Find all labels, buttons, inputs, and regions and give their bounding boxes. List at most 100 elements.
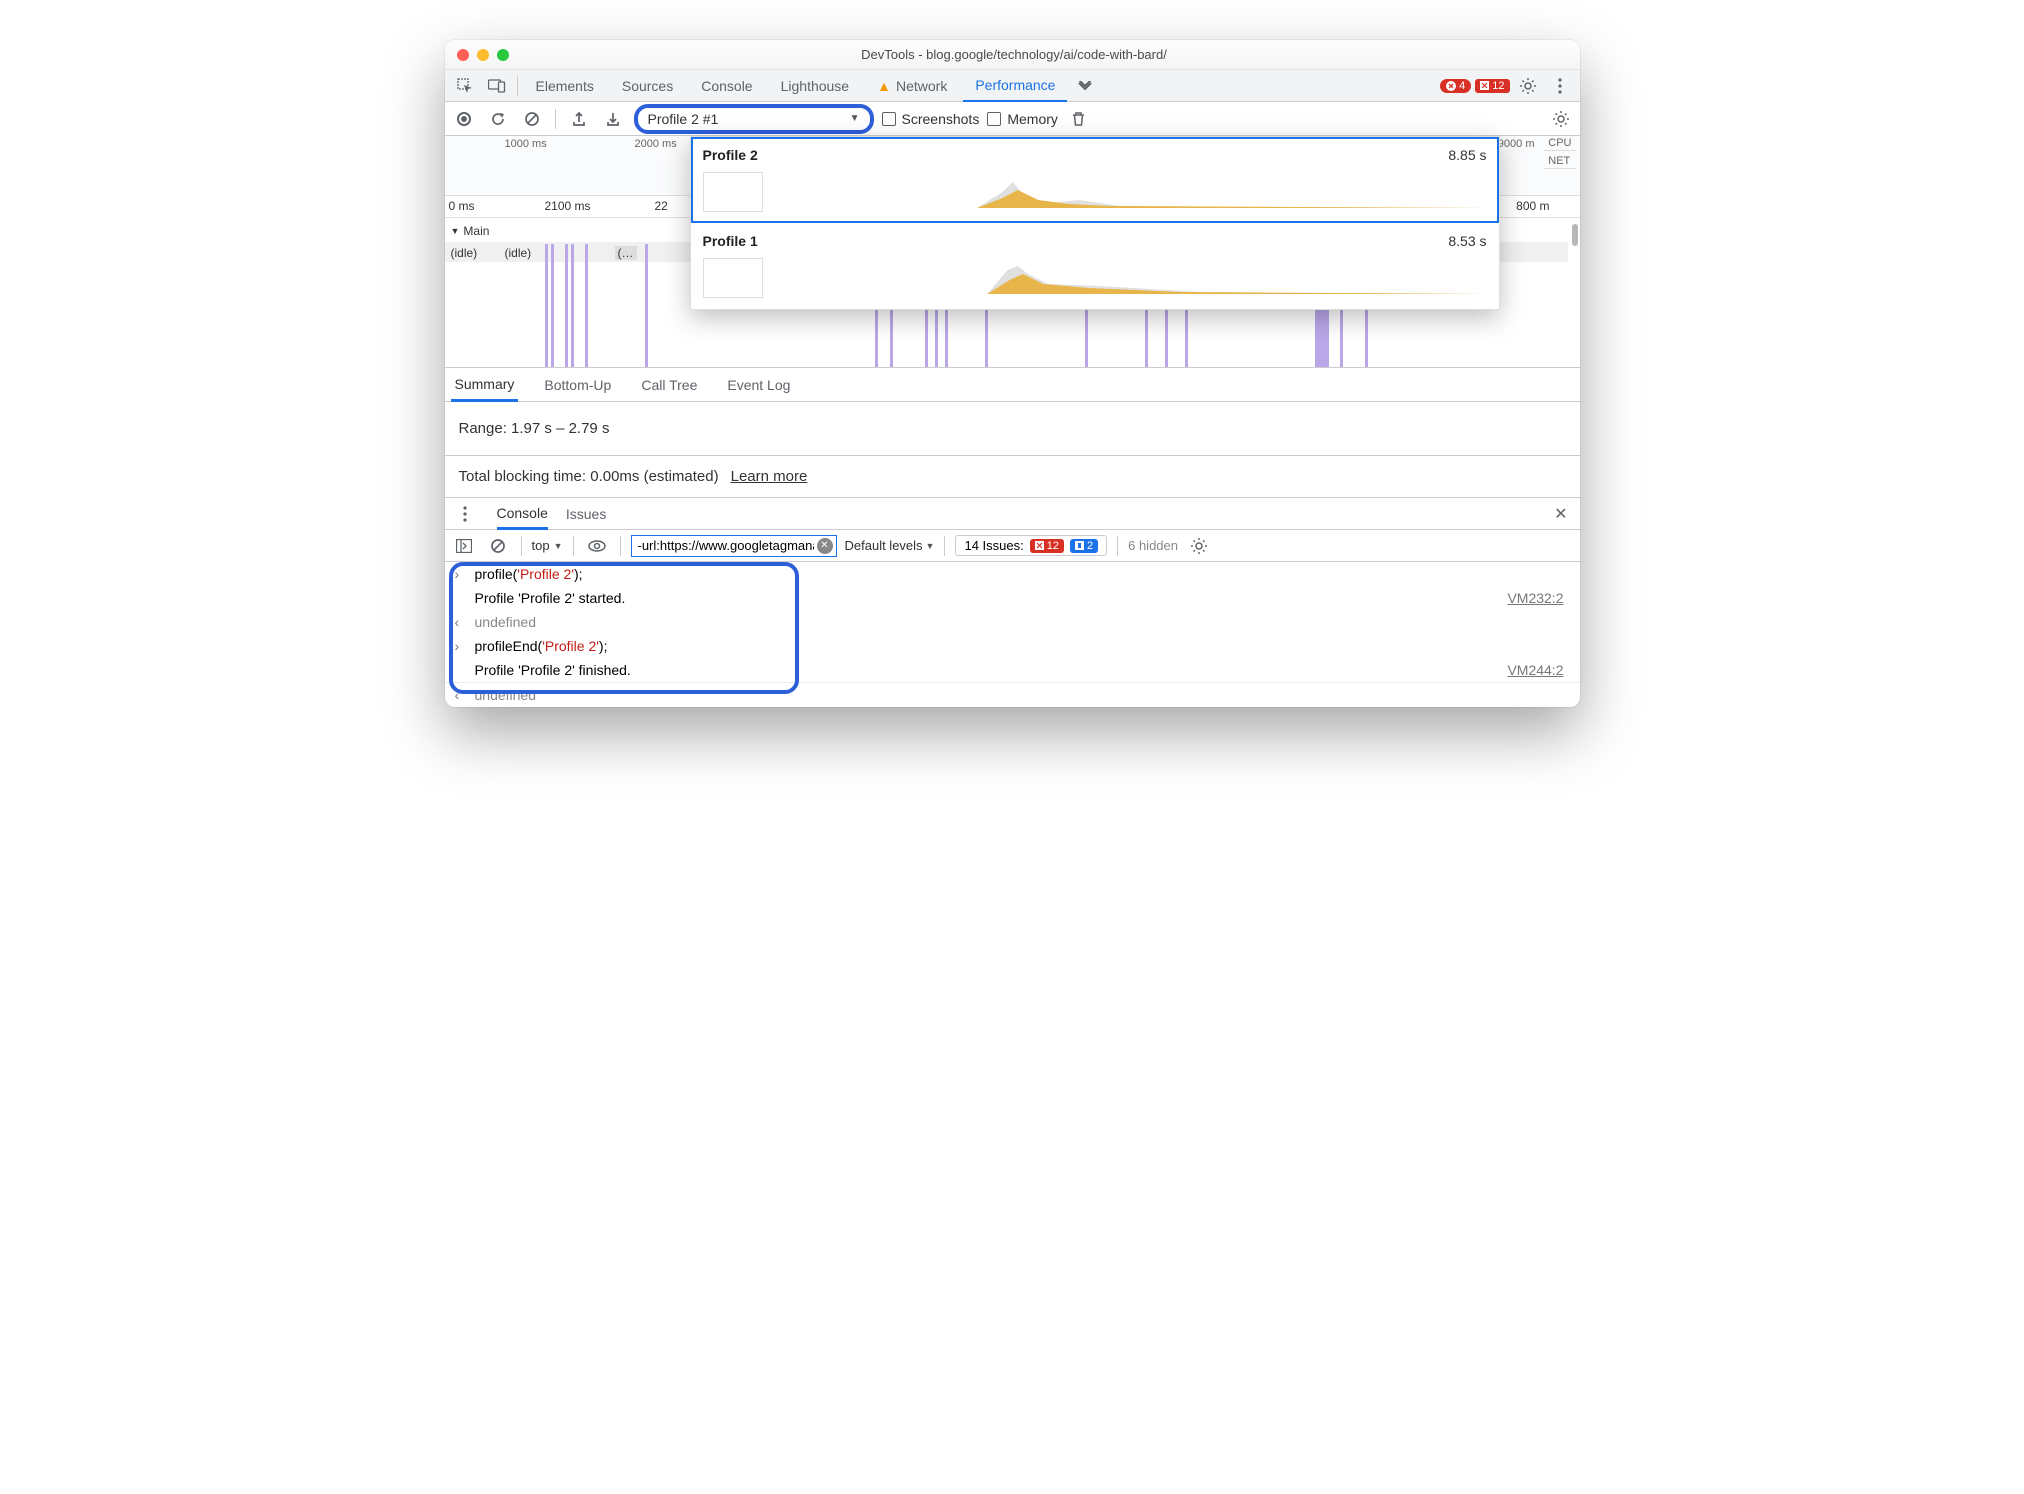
divider [573, 536, 574, 556]
record-icon[interactable] [451, 106, 477, 132]
thumbnail-icon [703, 258, 763, 298]
console-toolbar: top ▼ ✕ Default levels ▼ 14 Issues: 12 2 [445, 530, 1580, 562]
console-filter-input[interactable] [631, 535, 837, 557]
log-text: Profile 'Profile 2' started. [475, 590, 1500, 606]
close-window-button[interactable] [457, 49, 469, 61]
live-expression-icon[interactable] [584, 533, 610, 559]
ruler-tick: 800 m [1516, 199, 1549, 213]
log-text: Profile 'Profile 2' finished. [475, 662, 1500, 678]
tab-lighthouse[interactable]: Lighthouse [769, 70, 862, 102]
minimize-window-button[interactable] [477, 49, 489, 61]
profile-item-name: Profile 1 [703, 233, 758, 249]
window-title: DevTools - blog.google/technology/ai/cod… [509, 47, 1520, 62]
profile-item-time: 8.85 s [1448, 147, 1486, 163]
issues-button[interactable]: 14 Issues: 12 2 [955, 535, 1107, 556]
drawer-close-icon[interactable]: ✕ [1548, 504, 1573, 524]
console-input-line[interactable]: › profile('Profile 2'); [445, 562, 1580, 586]
overview-side-labels: CPU NET [1544, 136, 1575, 169]
profile-dropdown-item[interactable]: Profile 1 8.53 s [691, 223, 1499, 309]
subtab-summary[interactable]: Summary [451, 368, 519, 402]
console-settings-gear-icon[interactable] [1186, 533, 1212, 559]
checkbox-icon [882, 112, 896, 126]
idle-label: (idle) [451, 246, 478, 260]
divider [517, 76, 518, 96]
tab-network[interactable]: ▲ Network [865, 70, 959, 102]
filter-input-wrap: ✕ [631, 535, 837, 557]
input-prompt-icon: › [455, 566, 467, 582]
tab-performance[interactable]: Performance [963, 70, 1067, 102]
levels-label: Default levels [845, 538, 923, 553]
devtools-window: DevTools - blog.google/technology/ai/cod… [445, 40, 1580, 707]
drawer-tab-issues[interactable]: Issues [566, 498, 606, 530]
cpu-label: CPU [1544, 136, 1575, 151]
log-levels-dropdown[interactable]: Default levels ▼ [845, 538, 935, 553]
profile-item-name: Profile 2 [703, 147, 758, 163]
source-link[interactable]: VM232:2 [1507, 590, 1569, 606]
more-tabs-icon[interactable] [1071, 72, 1099, 100]
window-controls [457, 49, 509, 61]
console-clear-icon[interactable] [485, 533, 511, 559]
idle-label: (idle) [505, 246, 532, 260]
net-label: NET [1544, 154, 1575, 169]
console-sidebar-toggle-icon[interactable] [451, 533, 477, 559]
divider [620, 536, 621, 556]
profile-sparkline [773, 174, 1487, 210]
drawer-tab-console[interactable]: Console [497, 498, 548, 530]
warning-icon: ▲ [877, 78, 891, 94]
truncated-label: (… [615, 246, 637, 260]
clear-icon[interactable] [519, 106, 545, 132]
console-input-line[interactable]: › profileEnd('Profile 2'); [445, 634, 1580, 658]
tab-console[interactable]: Console [689, 70, 764, 102]
overview-tick: 1000 ms [505, 138, 547, 150]
profile-select-dropdown[interactable]: Profile 2 #1 [634, 104, 874, 134]
tab-sources[interactable]: Sources [610, 70, 685, 102]
error-count: 4 [1459, 80, 1465, 92]
profile-dropdown-item[interactable]: Profile 2 8.85 s [691, 137, 1499, 223]
input-prompt-icon: › [455, 638, 467, 654]
flamegraph-scrollbar[interactable] [1570, 218, 1578, 367]
issues-info-badge: 2 [1070, 539, 1098, 553]
ruler-tick: 22 [655, 199, 668, 213]
trash-icon[interactable] [1066, 106, 1092, 132]
blocking-text: Total blocking time: 0.00ms (estimated) [459, 468, 719, 485]
divider [521, 536, 522, 556]
screenshots-checkbox[interactable]: Screenshots [882, 111, 980, 127]
summary-tabbar: Summary Bottom-Up Call Tree Event Log [445, 368, 1580, 402]
memory-label: Memory [1007, 111, 1058, 127]
profile-select-value: Profile 2 #1 [648, 111, 719, 127]
divider [1117, 536, 1118, 556]
range-text: Range: 1.97 s – 2.79 s [459, 414, 1566, 443]
maximize-window-button[interactable] [497, 49, 509, 61]
tab-elements[interactable]: Elements [524, 70, 606, 102]
filter-clear-icon[interactable]: ✕ [817, 538, 833, 554]
panel-settings-gear-icon[interactable] [1548, 106, 1574, 132]
drawer-kebab-icon[interactable] [451, 500, 479, 528]
drawer-tabbar: Console Issues ✕ [445, 498, 1580, 530]
overview-tick: 9000 m [1498, 138, 1535, 150]
blocking-row: Total blocking time: 0.00ms (estimated) … [445, 456, 1580, 498]
download-icon[interactable] [600, 106, 626, 132]
context-value: top [532, 538, 550, 553]
inspect-icon[interactable] [451, 72, 479, 100]
subtab-call-tree[interactable]: Call Tree [637, 368, 701, 402]
main-thread-label: Main [463, 224, 489, 238]
upload-icon[interactable] [566, 106, 592, 132]
kebab-menu-icon[interactable] [1546, 72, 1574, 100]
reload-icon[interactable] [485, 106, 511, 132]
settings-gear-icon[interactable] [1514, 72, 1542, 100]
profile-sparkline [773, 260, 1487, 296]
error-square-badge[interactable]: 12 [1475, 79, 1509, 93]
learn-more-link[interactable]: Learn more [731, 468, 808, 485]
subtab-event-log[interactable]: Event Log [723, 368, 794, 402]
divider [944, 536, 945, 556]
collapse-triangle-icon: ▼ [451, 226, 460, 236]
memory-checkbox[interactable]: Memory [987, 111, 1058, 127]
main-thread-header[interactable]: ▼ Main [451, 224, 490, 238]
scrollbar-thumb[interactable] [1572, 224, 1578, 246]
subtab-bottom-up[interactable]: Bottom-Up [540, 368, 615, 402]
ruler-tick: 2100 ms [545, 199, 591, 213]
source-link[interactable]: VM244:2 [1507, 662, 1569, 678]
device-toggle-icon[interactable] [483, 72, 511, 100]
context-selector[interactable]: top ▼ [532, 538, 563, 553]
error-count-badge[interactable]: 4 [1440, 79, 1471, 93]
